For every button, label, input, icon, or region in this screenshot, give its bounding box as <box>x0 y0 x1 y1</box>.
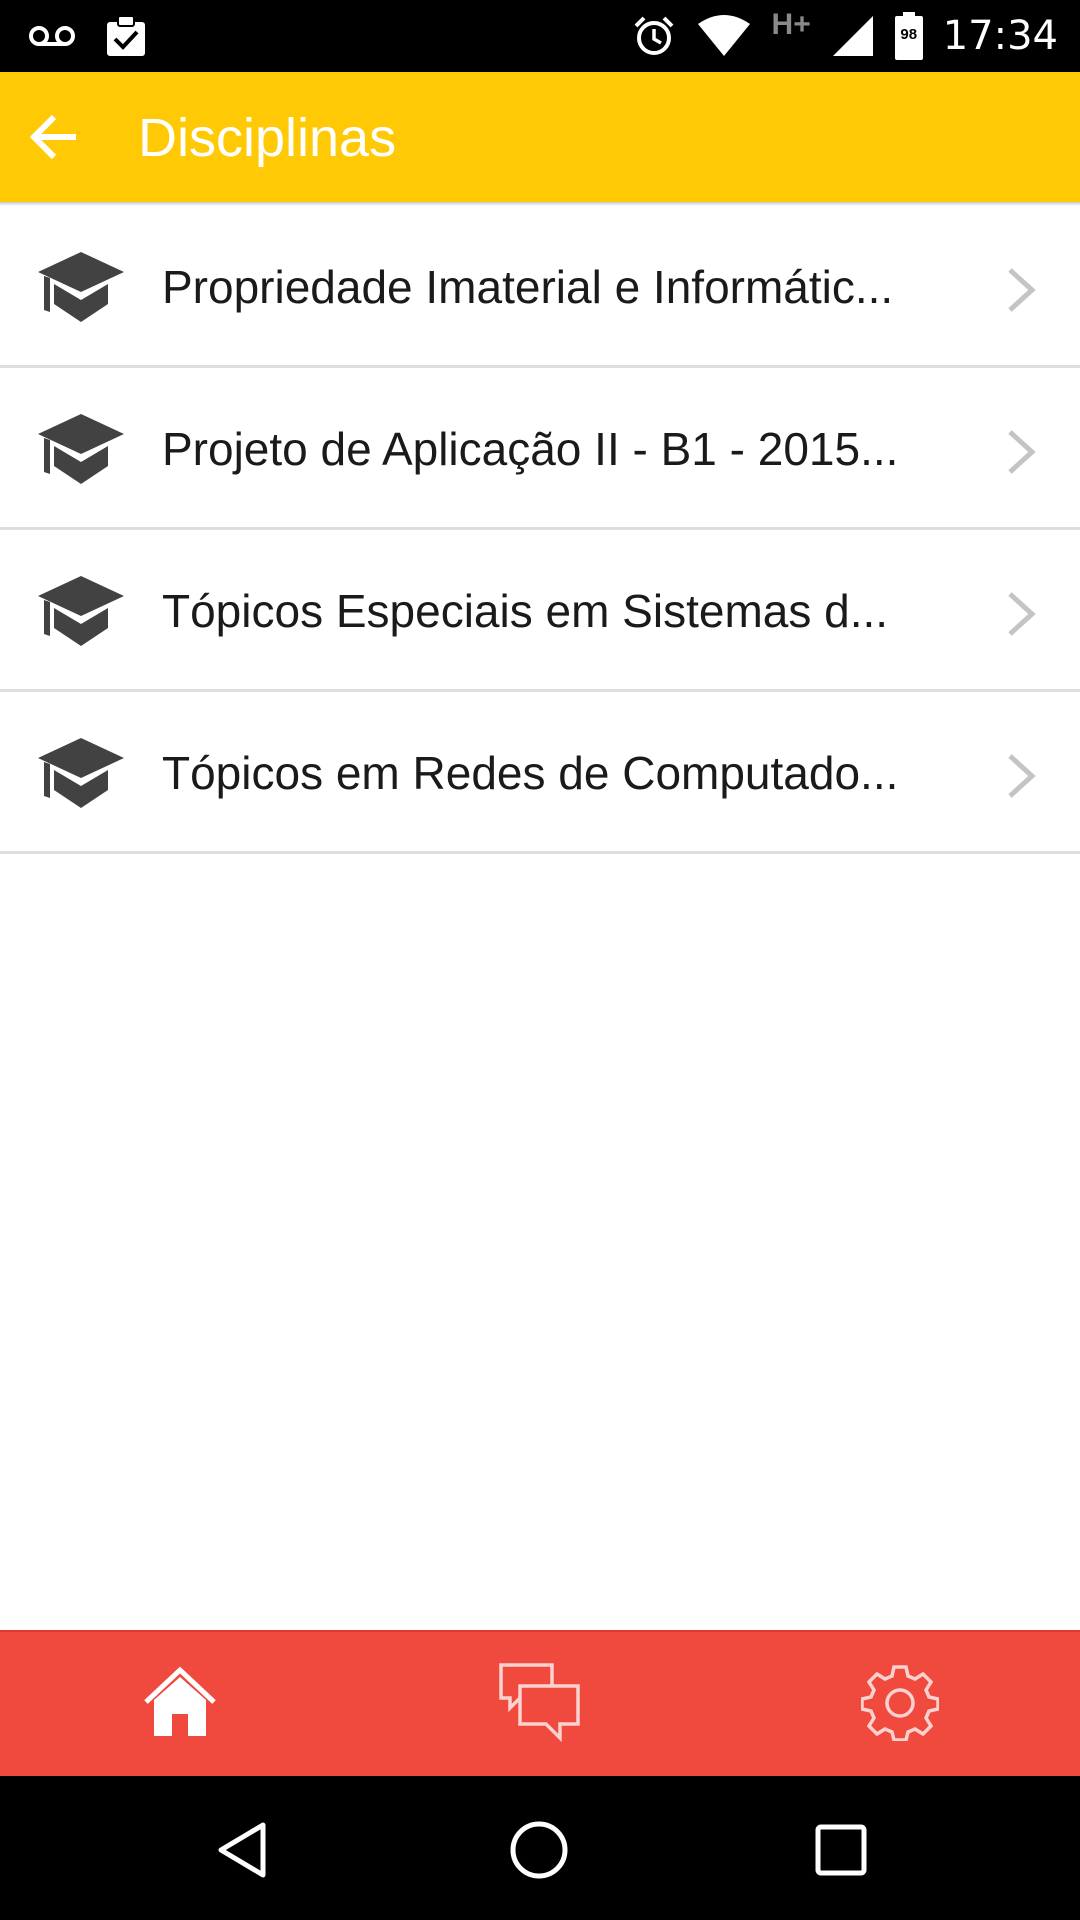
home-icon <box>144 1666 216 1736</box>
home-tab-button[interactable] <box>125 1652 235 1752</box>
back-triangle-icon <box>218 1822 266 1878</box>
alarm-icon <box>632 14 676 58</box>
list-item[interactable]: Projeto de Aplicação II - B1 - 2015... <box>0 368 1080 530</box>
gear-icon <box>861 1665 939 1741</box>
clipboard-check-icon <box>104 14 148 58</box>
system-home-button[interactable] <box>494 1808 584 1892</box>
discipline-label: Tópicos em Redes de Computado... <box>162 747 899 799</box>
status-bar: H+ 98 17:34 <box>0 0 1080 72</box>
graduation-cap-icon <box>38 738 124 808</box>
home-circle-icon <box>510 1821 568 1879</box>
graduation-cap-icon <box>38 576 124 646</box>
arrow-back-icon <box>29 114 76 160</box>
wifi-icon <box>696 14 752 58</box>
recent-apps-icon <box>815 1824 867 1876</box>
system-navigation-bar <box>0 1776 1080 1920</box>
graduation-cap-icon <box>38 414 124 484</box>
graduation-cap-icon <box>38 252 124 322</box>
list-item[interactable]: Tópicos Especiais em Sistemas d... <box>0 530 1080 692</box>
chevron-right-icon <box>1008 430 1036 474</box>
system-recent-apps-button[interactable] <box>796 1808 886 1892</box>
app-bar: Disciplinas <box>0 72 1080 202</box>
bottom-nav <box>0 1630 1080 1776</box>
discipline-label: Projeto de Aplicação II - B1 - 2015... <box>162 423 899 475</box>
discipline-label: Propriedade Imaterial e Informátic... <box>162 261 894 313</box>
battery-icon: 98 <box>894 12 923 60</box>
page-title: Disciplinas <box>138 108 397 168</box>
list-item[interactable]: Tópicos em Redes de Computado... <box>0 692 1080 854</box>
discipline-list: Propriedade Imaterial e Informátic... Pr… <box>0 206 1080 854</box>
list-item[interactable]: Propriedade Imaterial e Informátic... <box>0 206 1080 368</box>
messages-tab-button[interactable] <box>485 1652 595 1752</box>
chevron-right-icon <box>1008 754 1036 798</box>
voicemail-icon <box>28 24 76 48</box>
chevron-right-icon <box>1008 592 1036 636</box>
cell-signal-icon <box>831 14 875 58</box>
network-type: H+ <box>771 8 811 41</box>
settings-tab-button[interactable] <box>845 1652 955 1752</box>
discipline-label: Tópicos Especiais em Sistemas d... <box>162 585 889 637</box>
battery-level: 98 <box>900 26 918 43</box>
back-button[interactable] <box>18 101 90 173</box>
chevron-right-icon <box>1008 268 1036 312</box>
clock: 17:34 <box>942 13 1058 59</box>
system-back-button[interactable] <box>196 1808 286 1892</box>
chat-bubbles-icon <box>499 1663 580 1742</box>
